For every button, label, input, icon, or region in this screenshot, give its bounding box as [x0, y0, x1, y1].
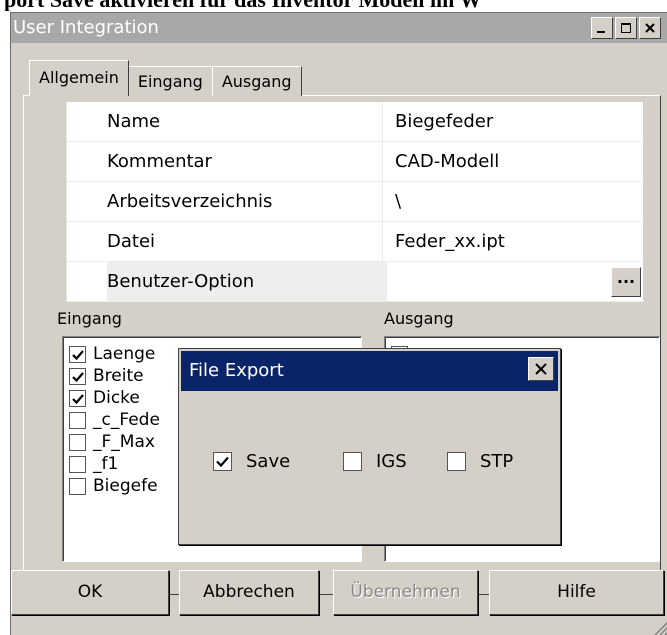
ok-button[interactable]: OK [11, 570, 169, 615]
output-group-label: Ausgang [384, 309, 454, 328]
igs-label: IGS [376, 451, 407, 472]
window-controls [591, 17, 661, 39]
tab-eingang[interactable]: Eingang [127, 66, 213, 96]
checkbox[interactable] [69, 367, 86, 385]
list-item-label: _f1 [93, 454, 119, 474]
tab-ausgang[interactable]: Ausgang [211, 66, 302, 96]
dialog-close-icon[interactable] [528, 357, 554, 381]
checkbox[interactable] [69, 345, 86, 363]
property-grid: Name Biegefeder Kommentar CAD-Modell Arb… [66, 102, 644, 302]
property-row[interactable]: Arbeitsverzeichnis \ [67, 182, 644, 222]
save-label: Save [246, 451, 291, 472]
checkbox[interactable] [69, 477, 86, 495]
checkbox[interactable] [69, 455, 86, 473]
list-item[interactable]: Biegefe [69, 475, 158, 497]
property-value[interactable]: \ [382, 182, 644, 222]
dialog-titlebar[interactable]: File Export [181, 351, 558, 391]
browse-button[interactable]: ... [611, 267, 641, 297]
save-checkbox[interactable] [213, 452, 232, 471]
property-row[interactable]: Benutzer-Option ... [67, 262, 644, 302]
checkbox[interactable] [69, 389, 86, 407]
list-item-label: Laenge [93, 344, 156, 364]
list-item[interactable]: Breite [69, 365, 144, 387]
property-name: Arbeitsverzeichnis [107, 191, 273, 212]
property-name: Datei [107, 231, 156, 252]
igs-option[interactable]: IGS [343, 451, 407, 472]
property-value[interactable]: Feder_xx.ipt [382, 222, 644, 262]
maximize-icon[interactable] [615, 17, 637, 39]
list-item-label: Biegefe [93, 476, 158, 496]
list-item[interactable]: _F_Max [69, 431, 155, 453]
list-item-label: _F_Max [93, 432, 155, 452]
list-item-label: Breite [93, 366, 144, 386]
list-item[interactable]: Dicke [69, 387, 140, 409]
property-row[interactable]: Datei Feder_xx.ipt [67, 222, 644, 262]
property-value[interactable]: CAD-Modell [382, 142, 644, 182]
file-export-dialog: File Export Save IGS STP [178, 348, 561, 545]
stp-label: STP [480, 451, 514, 472]
igs-checkbox[interactable] [343, 452, 362, 471]
property-name: Kommentar [107, 151, 212, 172]
property-value[interactable]: Biegefeder [382, 102, 644, 142]
window-title: User Integration [13, 17, 159, 38]
property-row[interactable]: Name Biegefeder [67, 102, 644, 142]
property-row[interactable]: Kommentar CAD-Modell [67, 142, 644, 182]
tab-allgemein[interactable]: Allgemein [29, 60, 129, 96]
list-item[interactable]: _f1 [69, 453, 118, 475]
list-item[interactable]: Laenge [69, 343, 155, 365]
save-option[interactable]: Save [213, 451, 290, 472]
input-group-label: Eingang [57, 309, 122, 328]
dialog-title: File Export [189, 360, 284, 381]
list-item[interactable]: _c_Fede [69, 409, 160, 431]
checkbox[interactable] [69, 433, 86, 451]
checkbox[interactable] [69, 411, 86, 429]
property-name: Name [107, 111, 161, 132]
list-item-label: Dicke [93, 388, 140, 408]
apply-button[interactable]: Übernehmen [333, 570, 478, 615]
window-titlebar[interactable]: User Integration [11, 13, 667, 43]
property-value[interactable] [382, 262, 644, 302]
document-heading: port Save aktivieren für das Inventor Mo… [0, 0, 667, 11]
stp-checkbox[interactable] [447, 452, 466, 471]
cancel-button[interactable]: Abbrechen [179, 570, 319, 615]
list-item-label: _c_Fede [93, 410, 160, 430]
stp-option[interactable]: STP [447, 451, 513, 472]
resize-grip-icon[interactable] [649, 616, 667, 635]
close-icon[interactable] [639, 17, 661, 39]
minimize-icon[interactable] [591, 17, 613, 39]
tab-strip: Allgemein Eingang Ausgang [29, 60, 302, 96]
help-button[interactable]: Hilfe [489, 570, 664, 615]
property-name: Benutzer-Option [107, 262, 387, 302]
